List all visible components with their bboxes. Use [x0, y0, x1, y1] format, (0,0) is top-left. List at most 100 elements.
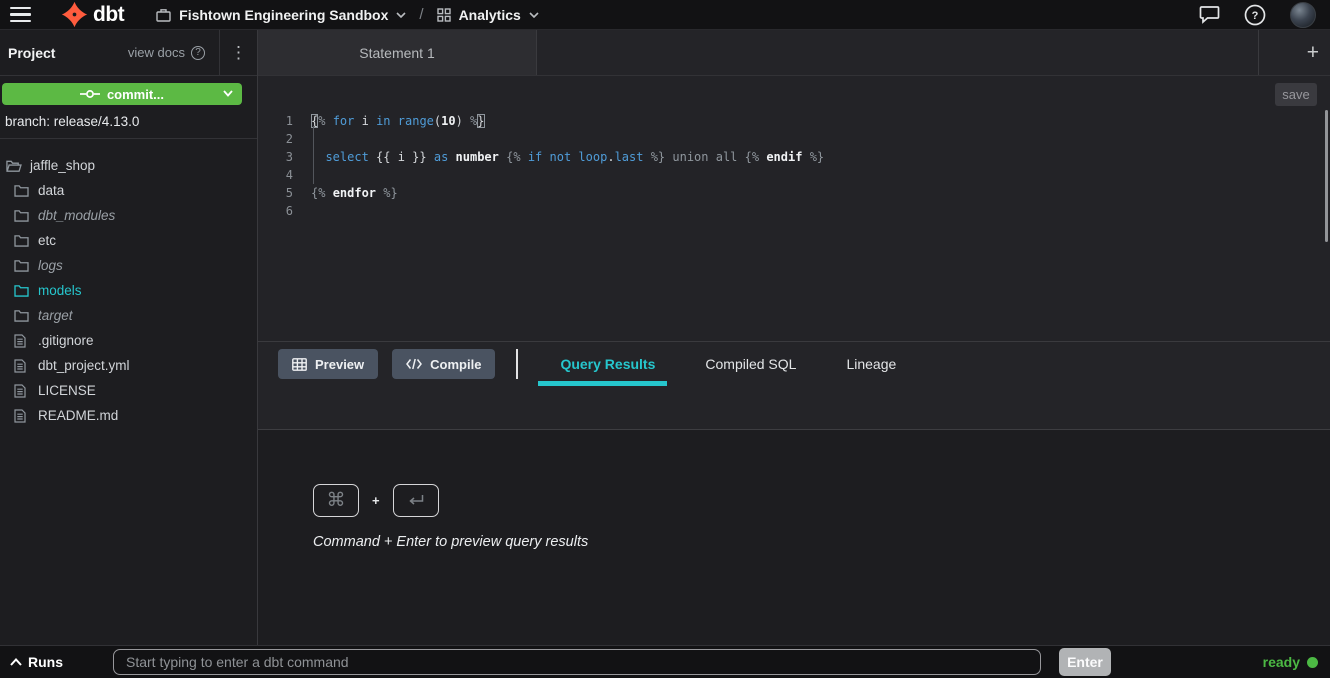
view-docs-label: view docs	[128, 45, 185, 60]
account-switcher[interactable]: Fishtown Engineering Sandbox	[156, 7, 406, 23]
tree-item-label: logs	[38, 258, 63, 273]
code-text: {% for i in range(10) %}	[311, 112, 485, 130]
chevron-down-icon	[223, 90, 233, 97]
tree-item-label: models	[38, 283, 82, 298]
folder-icon	[14, 234, 31, 247]
line-number: 4	[258, 166, 293, 184]
tree-item-dbt-project-yml[interactable]: dbt_project.yml	[0, 353, 257, 378]
results-content: ⌘ + Command + Enter to preview query res…	[258, 430, 1330, 645]
tree-item-jaffle-shop[interactable]: jaffle_shop	[0, 153, 257, 178]
tab-lineage[interactable]: Lineage	[844, 342, 898, 386]
tree-item-models[interactable]: models	[0, 278, 257, 303]
code-line-2[interactable]: 2	[258, 130, 1330, 148]
top-bar: dbt Fishtown Engineering Sandbox / Analy…	[0, 0, 1330, 30]
tree-item-label: README.md	[38, 408, 118, 423]
dbt-logo: dbt	[61, 1, 124, 28]
new-tab-button[interactable]: +	[1258, 30, 1330, 75]
tree-item-data[interactable]: data	[0, 178, 257, 203]
main-area: Project view docs ? ⋮ commit...	[0, 30, 1330, 645]
command-bar: Runs Enter ready	[0, 645, 1330, 678]
tab-query-results[interactable]: Query Results	[558, 342, 657, 386]
tree-item-gitignore[interactable]: .gitignore	[0, 328, 257, 353]
project-switcher[interactable]: Analytics	[437, 7, 539, 23]
file-icon	[14, 334, 31, 348]
account-name: Fishtown Engineering Sandbox	[179, 7, 388, 23]
chat-icon[interactable]	[1199, 5, 1220, 24]
branch-indicator: branch: release/4.13.0	[0, 105, 257, 139]
code-icon	[406, 358, 422, 370]
file-explorer-sidebar: Project view docs ? ⋮ commit...	[0, 30, 258, 645]
file-icon	[14, 359, 31, 373]
results-panel: Preview Compile Q	[258, 341, 1330, 645]
sidebar-header: Project view docs ? ⋮	[0, 30, 257, 76]
tree-item-label: LICENSE	[38, 383, 96, 398]
runs-toggle[interactable]: Runs	[8, 654, 113, 670]
code-line-1[interactable]: 1 {% for i in range(10) %}	[258, 112, 1330, 130]
code-line-3[interactable]: 3 select {{ i }} as number {% if not loo…	[258, 148, 1330, 166]
results-toolbar: Preview Compile Q	[258, 342, 1330, 386]
preview-button[interactable]: Preview	[278, 349, 378, 379]
help-icon[interactable]: ?	[1244, 4, 1266, 26]
folder-icon	[14, 209, 31, 222]
view-docs-link[interactable]: view docs ?	[128, 45, 205, 60]
tab-statement-1[interactable]: Statement 1	[258, 30, 537, 75]
code-editor[interactable]: save 1{% for i in range(10) %}23 select …	[258, 76, 1330, 341]
code-text: select {{ i }} as number {% if not loop.…	[311, 148, 824, 166]
hamburger-menu-icon[interactable]	[10, 7, 31, 22]
grid-icon	[437, 8, 451, 22]
plus-sign: +	[372, 493, 380, 508]
enter-button[interactable]: Enter	[1059, 648, 1111, 676]
tab-compiled-sql[interactable]: Compiled SQL	[703, 342, 798, 386]
git-commit-icon	[80, 89, 100, 99]
tree-item-readme-md[interactable]: README.md	[0, 403, 257, 428]
shortcut-keys: ⌘ +	[313, 484, 1330, 517]
tree-item-license[interactable]: LICENSE	[0, 378, 257, 403]
user-avatar[interactable]	[1290, 2, 1316, 28]
project-name: Analytics	[459, 7, 521, 23]
editor-column: Statement 1 + save 1{% for i in range(10…	[258, 30, 1330, 645]
tree-item-label: dbt_project.yml	[38, 358, 130, 373]
editor-tab-bar: Statement 1 +	[258, 30, 1330, 76]
commit-section: commit...	[0, 76, 257, 105]
toolbar-divider	[516, 349, 518, 379]
tab-bar-spacer	[537, 30, 1258, 75]
code-text: {% endfor %}	[311, 184, 398, 202]
file-tree: jaffle_shopdatadbt_modulesetc logs models t…	[0, 139, 257, 645]
dbt-logo-icon	[61, 1, 88, 28]
tree-item-etc[interactable]: etc	[0, 228, 257, 253]
tree-item-label: etc	[38, 233, 56, 248]
brand-name: dbt	[93, 3, 124, 27]
folder-open-icon	[6, 159, 23, 173]
tree-item-dbt-modules[interactable]: dbt_modules	[0, 203, 257, 228]
results-tabs: Query Results Compiled SQL Lineage	[558, 342, 898, 386]
code-line-4[interactable]: 4	[258, 166, 1330, 184]
status-label: ready	[1263, 654, 1300, 670]
chevron-down-icon	[529, 12, 539, 18]
topbar-right-actions: ?	[1199, 2, 1330, 28]
dbt-command-input[interactable]	[113, 649, 1041, 675]
shortcut-hint-text: Command + Enter to preview query results	[313, 534, 1330, 550]
commit-button[interactable]: commit...	[2, 83, 242, 105]
tree-item-logs[interactable]: logs	[0, 253, 257, 278]
status-indicator: ready	[1263, 654, 1322, 670]
editor-scrollbar[interactable]	[1325, 110, 1328, 242]
folder-icon	[14, 184, 31, 197]
kebab-menu-icon[interactable]: ⋮	[219, 30, 257, 75]
indent-guide	[313, 126, 314, 184]
code-line-5[interactable]: 5 {% endfor %}	[258, 184, 1330, 202]
line-number: 5	[258, 184, 293, 202]
tree-item-target[interactable]: target	[0, 303, 257, 328]
compile-button[interactable]: Compile	[392, 349, 495, 379]
tree-item-label: target	[38, 308, 73, 323]
table-icon	[292, 358, 307, 371]
code-line-6[interactable]: 6	[258, 202, 1330, 220]
commit-button-label: commit...	[107, 87, 164, 102]
command-key-icon: ⌘	[313, 484, 359, 517]
enter-key-icon	[393, 484, 439, 517]
line-number: 3	[258, 148, 293, 166]
chevron-up-icon	[10, 658, 22, 666]
briefcase-icon	[156, 8, 171, 22]
help-circle-icon: ?	[191, 46, 205, 60]
results-subheader	[258, 386, 1330, 430]
line-number: 1	[258, 112, 293, 130]
